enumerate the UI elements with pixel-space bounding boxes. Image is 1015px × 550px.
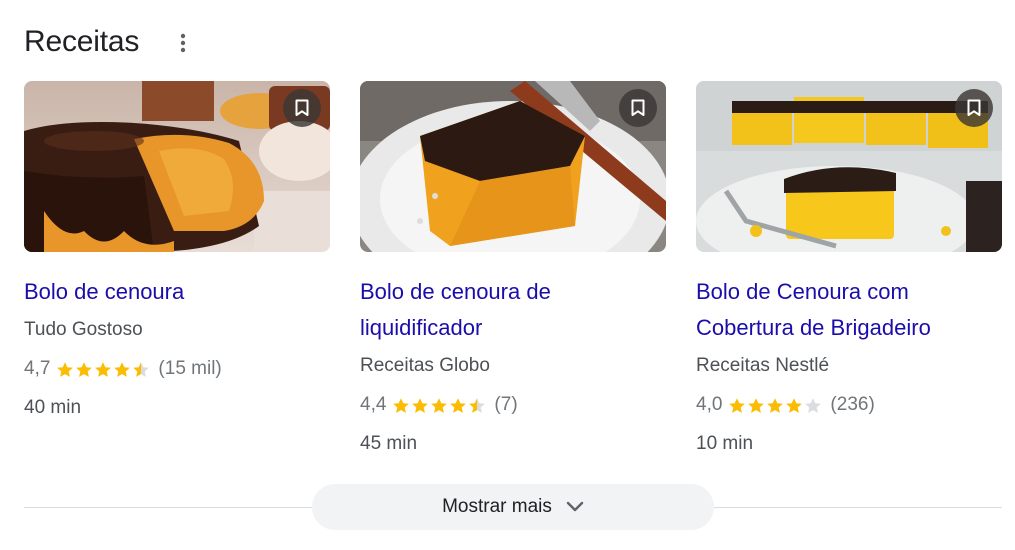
more-vert-icon — [180, 33, 186, 53]
review-count: (15 mil) — [158, 358, 222, 379]
star-icon — [57, 361, 74, 377]
rating-value: 4,4 — [360, 394, 387, 415]
bookmark-icon — [631, 99, 645, 116]
rating-row: 4,7 (15 mil) — [24, 350, 330, 388]
star-icon — [133, 361, 150, 377]
star-icon — [76, 361, 93, 377]
star-rating — [728, 397, 823, 414]
recipe-image[interactable] — [24, 81, 330, 252]
star-icon — [450, 397, 467, 413]
divider — [712, 507, 1002, 508]
save-recipe-button[interactable] — [955, 89, 993, 127]
star-icon — [767, 397, 784, 413]
recipe-image[interactable] — [696, 81, 1002, 252]
star-icon — [431, 397, 448, 413]
star-icon — [412, 397, 429, 413]
recipe-image[interactable] — [360, 81, 666, 252]
chevron-down-icon — [566, 501, 584, 512]
section-header: Receitas — [24, 22, 139, 62]
rating-value: 4,0 — [696, 394, 723, 415]
star-icon — [729, 397, 746, 413]
rating-row: 4,0 (236) — [696, 386, 1002, 424]
recipe-title-link[interactable]: Bolo de cenoura — [24, 274, 330, 310]
star-icon — [114, 361, 131, 377]
rating-row: 4,4 (7) — [360, 386, 666, 424]
rating-value: 4,7 — [24, 358, 51, 379]
divider — [24, 507, 314, 508]
star-rating — [56, 361, 151, 378]
cook-time: 45 min — [360, 433, 418, 454]
cook-time: 40 min — [24, 397, 82, 418]
more-options-button[interactable] — [168, 28, 198, 58]
review-count: (7) — [494, 394, 518, 415]
cook-time: 10 min — [696, 433, 754, 454]
show-more-button[interactable]: Mostrar mais — [312, 484, 714, 530]
recipe-title-link[interactable]: Bolo de Cenoura com Cobertura de Brigade… — [696, 274, 1002, 346]
bookmark-icon — [967, 99, 981, 116]
section-title: Receitas — [24, 25, 140, 58]
star-icon — [748, 397, 765, 413]
star-rating — [392, 397, 487, 414]
bookmark-icon — [295, 99, 309, 116]
recipe-card[interactable]: Bolo de cenoura Tudo Gostoso 4,7 (15 mil… — [24, 81, 330, 428]
save-recipe-button[interactable] — [283, 89, 321, 127]
recipe-source: Receitas Nestlé — [696, 355, 830, 376]
star-icon — [469, 397, 486, 413]
recipe-card[interactable]: Bolo de cenoura de liquidificador Receit… — [360, 81, 666, 464]
star-icon — [786, 397, 803, 413]
star-icon — [95, 361, 112, 377]
recipe-card[interactable]: Bolo de Cenoura com Cobertura de Brigade… — [696, 81, 1002, 464]
star-icon — [805, 397, 822, 413]
recipe-source: Receitas Globo — [360, 355, 490, 376]
recipe-title-link[interactable]: Bolo de cenoura de liquidificador — [360, 274, 666, 346]
save-recipe-button[interactable] — [619, 89, 657, 127]
star-icon — [393, 397, 410, 413]
recipe-source: Tudo Gostoso — [24, 319, 143, 340]
show-more-label: Mostrar mais — [442, 496, 552, 517]
review-count: (236) — [830, 394, 875, 415]
